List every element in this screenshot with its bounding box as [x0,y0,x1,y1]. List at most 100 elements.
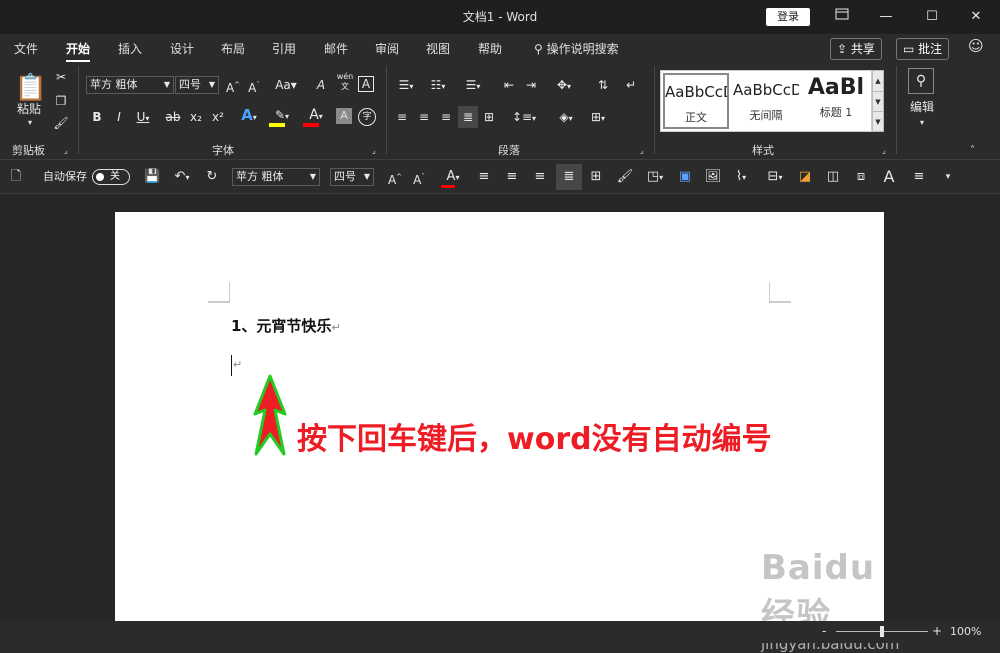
numbered-paragraph[interactable]: 1、元宵节快乐↵ [231,315,341,336]
distributed-icon[interactable]: ⊞ [588,168,604,186]
tab-home[interactable]: 开始 [66,40,91,62]
find-search-icon[interactable]: ⚲ [908,68,934,94]
sort-icon[interactable]: ⇅ [594,76,612,94]
zoom-level[interactable]: 100% [950,625,981,638]
numbering-icon[interactable]: ☷▾ [426,76,450,94]
character-shading-icon[interactable]: A [336,108,352,124]
clear-formatting-icon[interactable]: A [312,76,330,94]
minimize-button[interactable]: — [874,6,898,28]
scroll-up-icon[interactable]: ▲ [873,71,883,91]
qat-font-name-combo[interactable]: 苹方 粗体 ▼ [232,168,320,186]
align-right-icon[interactable]: ≡ [532,168,548,186]
font-launcher-icon[interactable]: ⌟ [372,142,376,160]
tab-design[interactable]: 设计 [170,40,194,57]
align-right-icon[interactable]: ≡ [438,108,454,126]
align-objects-icon[interactable]: ⊟▾ [762,168,788,186]
save-icon[interactable]: 💾 [144,168,160,186]
bold-button[interactable]: B [90,108,104,126]
style-heading-1[interactable]: AaBl 标题 1 [803,73,869,129]
multilevel-list-icon[interactable]: ☰▾ [458,76,488,94]
more-styles-icon[interactable]: ▼ [873,111,883,131]
undo-icon[interactable]: ↶▾ [170,168,194,186]
format-painter-icon[interactable]: 🖌 [616,168,634,186]
zoom-out-button[interactable]: - [822,624,826,638]
picture-icon[interactable]: 🖼 [704,168,722,186]
grow-font-icon[interactable]: A^ [224,76,242,95]
zoom-in-button[interactable]: + [932,624,942,638]
text-box-icon[interactable]: ▣ [676,168,694,186]
font-name-combo[interactable]: 苹方 粗体 ▼ [86,76,174,94]
underline-button[interactable]: U▾ [132,108,154,126]
paste-dropdown-icon[interactable]: ▾ [20,114,40,132]
font-size-combo[interactable]: 四号 ▼ [175,76,219,94]
tell-me-search[interactable]: ⚲ 操作说明搜索 [534,40,619,57]
character-border-icon[interactable]: A [358,76,374,92]
new-document-icon[interactable]: 🗋 [8,168,24,186]
strikethrough-button[interactable]: ab [164,108,182,126]
paragraph-format-icon[interactable]: ≡ [910,168,928,186]
tab-mailings[interactable]: 邮件 [324,40,348,57]
bring-forward-icon[interactable]: ◪ [796,168,814,186]
justify-icon[interactable]: ≣ [556,164,582,190]
superscript-button[interactable]: x² [210,108,226,126]
style-no-spacing[interactable]: AaBbCcD 无间隔 [733,73,799,129]
paragraph-launcher-icon[interactable]: ⌟ [640,142,644,160]
enclose-characters-icon[interactable]: 字 [358,108,376,126]
change-case-icon[interactable]: Aa▾ [272,76,300,94]
qat-font-size-combo[interactable]: 四号 ▼ [330,168,374,186]
copy-icon[interactable]: ❐ [52,92,70,110]
phonetic-guide-icon[interactable]: wén 文 [336,72,354,91]
autosave-toggle[interactable]: 关 [92,169,130,185]
shapes-icon[interactable]: ◳▾ [640,168,670,186]
tab-view[interactable]: 视图 [426,40,450,57]
login-button[interactable]: 登录 [766,8,810,26]
edit-shape-icon[interactable]: ⌇▾ [728,168,754,186]
zoom-slider-thumb[interactable] [880,626,884,637]
align-center-icon[interactable]: ≡ [416,108,432,126]
send-backward-icon[interactable]: ◫ [824,168,842,186]
styles-gallery-scroll[interactable]: ▲ ▼ ▼ [872,70,884,132]
highlight-color-icon[interactable]: ✎▾ [268,106,296,127]
ribbon-display-icon[interactable] [830,6,854,28]
customize-qat-icon[interactable]: ▾ [940,168,956,186]
styles-launcher-icon[interactable]: ⌟ [882,142,886,160]
feedback-smiley-icon[interactable]: ☺ [968,37,984,55]
subscript-button[interactable]: x₂ [188,108,204,126]
justify-icon[interactable]: ≣ [458,106,478,128]
font-style-icon[interactable]: A [880,168,898,186]
font-color-icon[interactable]: A▾ [302,106,330,127]
bullets-icon[interactable]: ☰▾ [394,76,418,94]
tab-layout[interactable]: 布局 [221,40,245,57]
distributed-icon[interactable]: ⊞ [480,108,498,126]
increase-indent-icon[interactable]: ⇥ [522,76,540,94]
redo-icon[interactable]: ↻ [204,168,220,186]
font-color-icon[interactable]: A▾ [440,168,466,188]
line-spacing-icon[interactable]: ↕≡▾ [510,108,538,126]
tab-insert[interactable]: 插入 [118,40,142,57]
text-effects-icon[interactable]: A▾ [236,106,262,124]
align-left-icon[interactable]: ≡ [476,168,492,186]
wrap-text-icon[interactable]: ⧈ [852,168,870,186]
document-page[interactable]: 1、元宵节快乐↵ ↵ 按下回车键后，word没有自动编号 Baidu经验 jin… [115,212,899,653]
share-button[interactable]: ⇪ 共享 [830,38,882,60]
tab-review[interactable]: 审阅 [375,40,399,57]
style-normal[interactable]: AaBbCcD 正文 [663,73,729,129]
grow-font-icon[interactable]: A^ [386,168,404,187]
tab-references[interactable]: 引用 [272,40,296,57]
italic-button[interactable]: I [112,108,126,126]
shrink-font-icon[interactable]: Aˇ [410,168,428,187]
format-painter-icon[interactable]: 🖌 [52,114,70,132]
decrease-indent-icon[interactable]: ⇤ [500,76,518,94]
chevron-down-icon[interactable]: ▾ [914,114,930,132]
tab-help[interactable]: 帮助 [478,40,502,57]
shading-icon[interactable]: ◈▾ [552,108,580,126]
clipboard-launcher-icon[interactable]: ⌟ [64,142,68,160]
tab-file[interactable]: 文件 [14,40,38,57]
borders-icon[interactable]: ⊞▾ [582,108,614,126]
cut-icon[interactable]: ✂ [52,68,70,86]
shrink-font-icon[interactable]: Aˇ [245,76,263,95]
show-marks-icon[interactable]: ↵ [622,76,640,94]
collapse-ribbon-icon[interactable]: ˄ [970,142,975,160]
align-left-icon[interactable]: ≡ [394,108,410,126]
maximize-button[interactable]: ☐ [920,6,944,28]
